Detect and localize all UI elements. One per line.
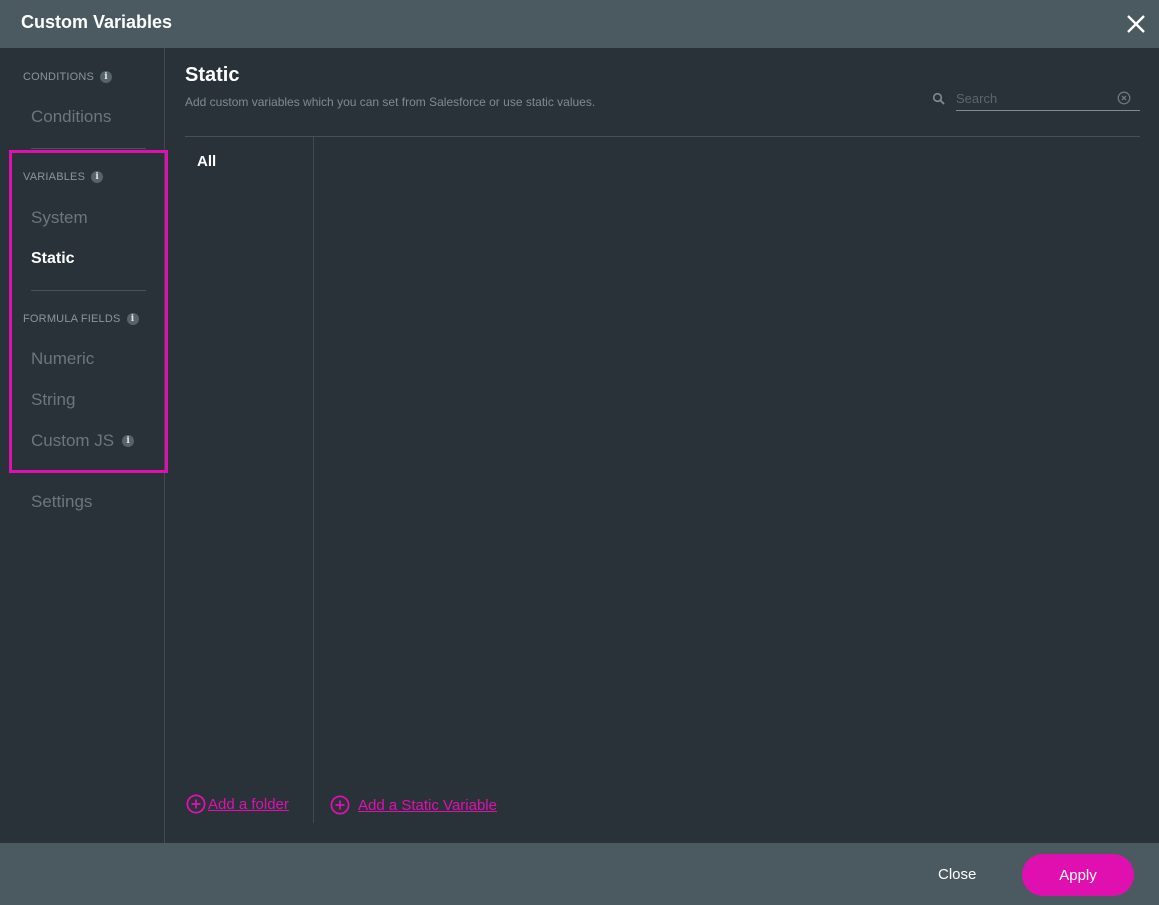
sidebar-item-label: System	[31, 208, 88, 227]
folder-pane-divider	[313, 137, 314, 823]
sidebar-item-label: Static	[31, 250, 75, 267]
search-icon	[932, 92, 945, 105]
plus-circle-icon	[330, 795, 350, 815]
sidebar-item-label: Numeric	[31, 349, 95, 368]
add-static-variable-button[interactable]: Add a Static Variable	[330, 795, 497, 815]
plus-circle-icon	[186, 794, 206, 814]
info-icon[interactable]: i	[91, 171, 104, 183]
folder-item-all[interactable]: All	[197, 153, 216, 170]
apply-button[interactable]: Apply	[1022, 854, 1134, 896]
page-title: Static	[185, 64, 240, 86]
section-label-text: VARIABLES	[23, 171, 86, 183]
content-divider	[185, 136, 1140, 137]
sidebar-divider	[31, 290, 146, 291]
sidebar-item-string[interactable]: String	[31, 390, 75, 410]
dialog-header: Custom Variables	[0, 0, 1159, 48]
search-box	[932, 86, 1140, 112]
sidebar-item-system[interactable]: System	[31, 208, 88, 228]
section-label-conditions: CONDITIONS i	[23, 71, 113, 83]
section-label-text: FORMULA FIELDS	[23, 313, 121, 325]
sidebar-item-label: Conditions	[31, 107, 112, 126]
section-label-variables: VARIABLES i	[23, 171, 104, 183]
dialog-footer: Close Apply	[0, 843, 1159, 905]
sidebar-item-settings[interactable]: Settings	[31, 492, 92, 512]
close-button[interactable]: Close	[938, 866, 976, 883]
add-folder-button[interactable]: Add a folder	[186, 794, 289, 814]
section-label-text: CONDITIONS	[23, 71, 95, 83]
sidebar-divider	[31, 148, 146, 149]
page-subtitle: Add custom variables which you can set f…	[185, 95, 596, 109]
sidebar-item-numeric[interactable]: Numeric	[31, 349, 94, 369]
sidebar-item-conditions[interactable]: Conditions	[31, 107, 111, 127]
sidebar-item-custom-js[interactable]: Custom JS i	[31, 431, 135, 451]
sidebar-divider	[31, 472, 146, 473]
clear-search-icon[interactable]	[1117, 91, 1131, 105]
info-icon[interactable]: i	[122, 435, 135, 447]
add-folder-label: Add a folder	[208, 795, 289, 813]
info-icon[interactable]: i	[126, 313, 139, 325]
section-label-formula-fields: FORMULA FIELDS i	[23, 313, 139, 325]
add-variable-label: Add a Static Variable	[358, 796, 497, 814]
sidebar-item-label: String	[31, 390, 76, 409]
dialog-title: Custom Variables	[21, 12, 173, 32]
info-icon[interactable]: i	[100, 71, 113, 83]
sidebar-item-static[interactable]: Static	[31, 250, 75, 268]
search-input[interactable]	[956, 86, 1140, 111]
sidebar-item-label: Settings	[31, 492, 93, 511]
close-x-icon[interactable]	[1123, 11, 1149, 37]
sidebar-item-label: Custom JS	[31, 431, 115, 450]
